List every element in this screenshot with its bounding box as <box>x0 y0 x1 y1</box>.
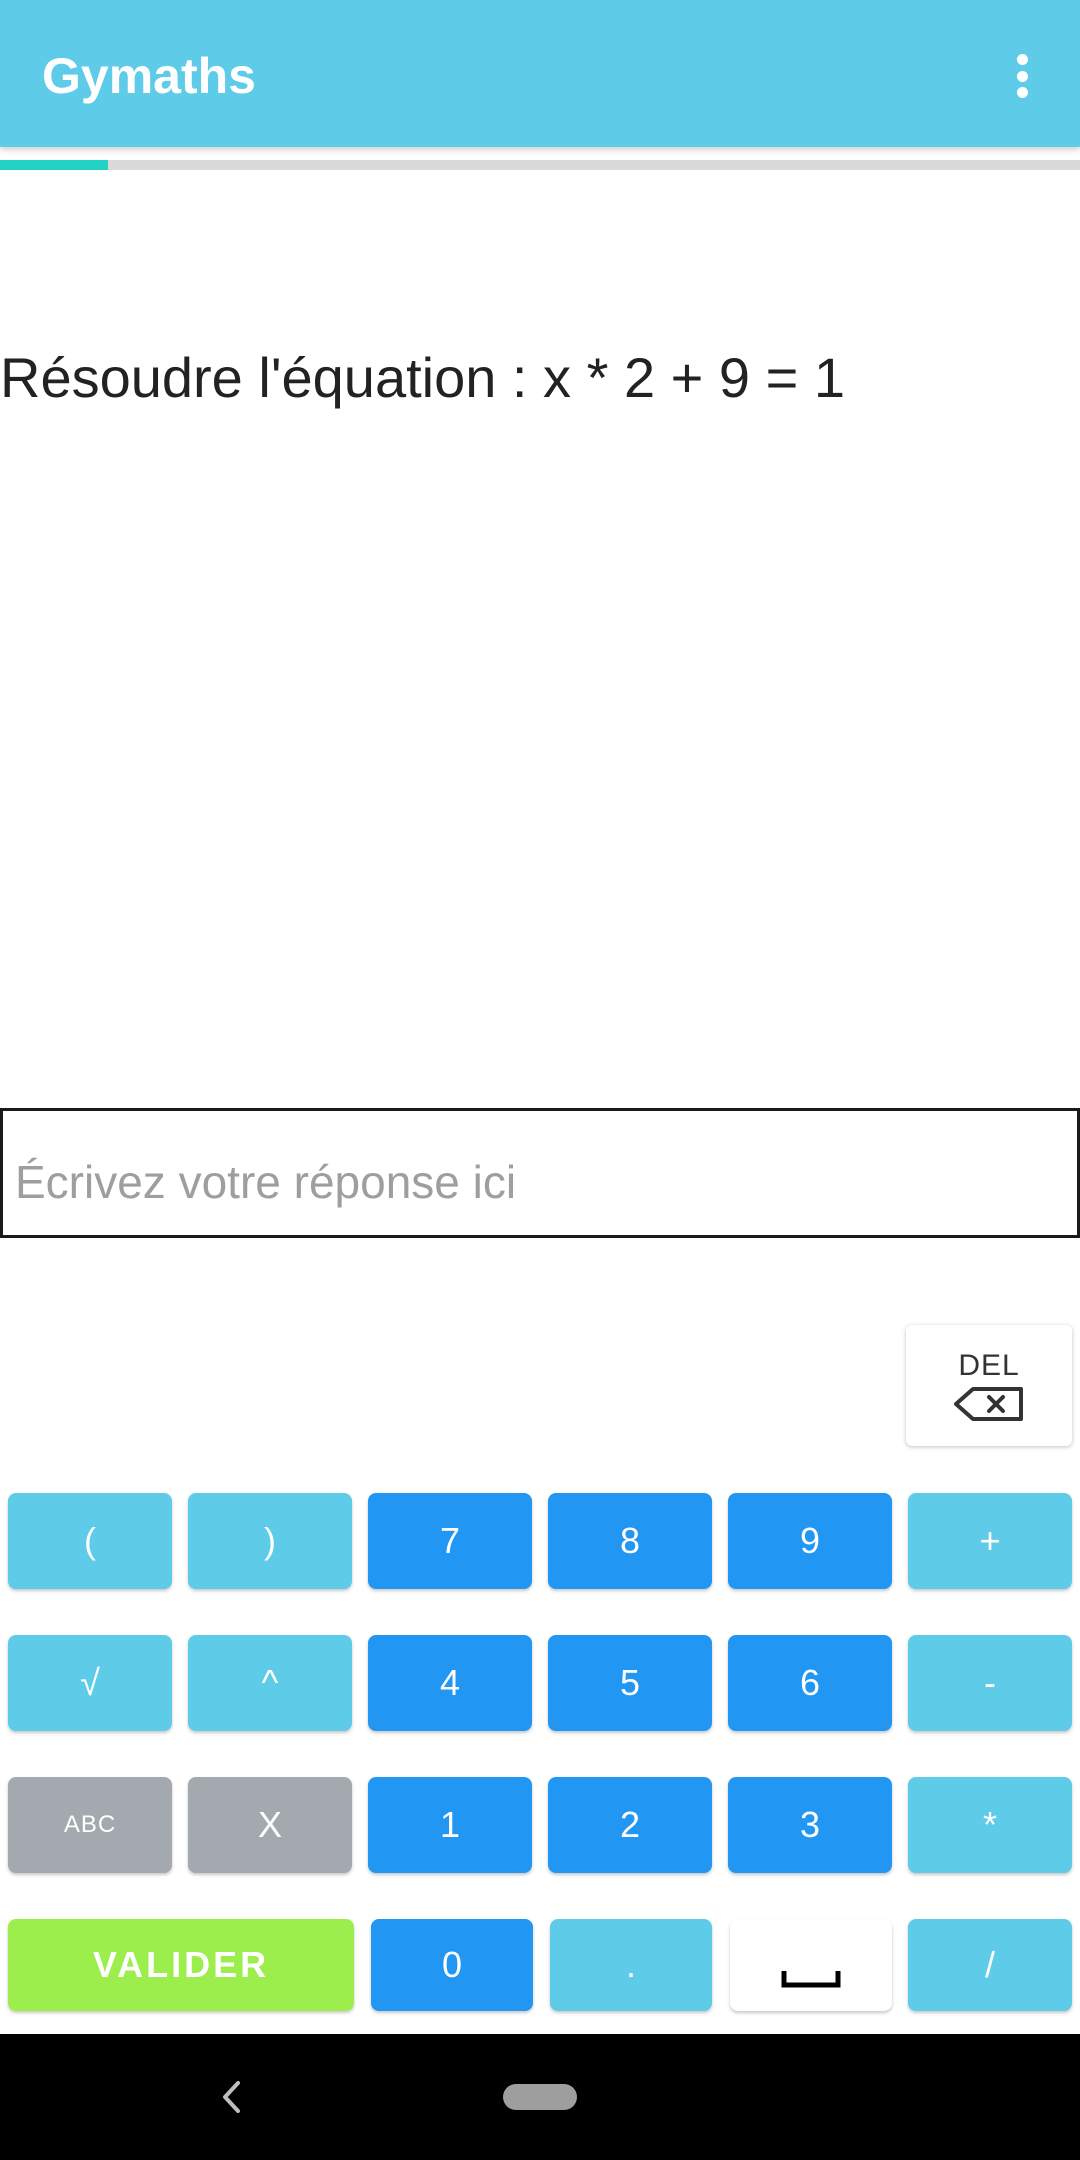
key-4[interactable]: 4 <box>368 1635 532 1731</box>
progress-bar <box>0 160 1080 170</box>
key-9[interactable]: 9 <box>728 1493 892 1589</box>
key-minus[interactable]: - <box>908 1635 1072 1731</box>
validate-button[interactable]: VALIDER <box>8 1919 354 2011</box>
key-6[interactable]: 6 <box>728 1635 892 1731</box>
system-nav-bar <box>0 2034 1080 2160</box>
key-variable-x[interactable]: X <box>188 1777 352 1873</box>
key-1[interactable]: 1 <box>368 1777 532 1873</box>
space-icon <box>781 1971 841 1988</box>
progress-fill <box>0 160 108 170</box>
key-close-paren[interactable]: ) <box>188 1493 352 1589</box>
backspace-icon <box>954 1386 1023 1421</box>
question-text: Résoudre l'équation : x * 2 + 9 = 1 <box>0 346 846 409</box>
key-8[interactable]: 8 <box>548 1493 712 1589</box>
answer-input[interactable] <box>0 1108 1080 1238</box>
delete-label: DEL <box>958 1348 1020 1382</box>
key-open-paren[interactable]: ( <box>8 1493 172 1589</box>
key-abc[interactable]: ABC <box>8 1777 172 1873</box>
menu-dot <box>1016 54 1028 65</box>
key-decimal-point[interactable]: . <box>550 1919 712 2011</box>
delete-button[interactable]: DEL <box>906 1325 1072 1446</box>
key-plus[interactable]: + <box>908 1493 1072 1589</box>
menu-dot <box>1016 87 1028 98</box>
back-chevron-icon[interactable] <box>218 2078 244 2116</box>
key-0[interactable]: 0 <box>371 1919 533 2011</box>
home-pill-icon[interactable] <box>503 2084 577 2110</box>
key-sqrt[interactable]: √ <box>8 1635 172 1731</box>
menu-dot <box>1016 70 1028 82</box>
key-space[interactable] <box>730 1919 892 2011</box>
key-2[interactable]: 2 <box>548 1777 712 1873</box>
key-power[interactable]: ^ <box>188 1635 352 1731</box>
key-3[interactable]: 3 <box>728 1777 892 1873</box>
overflow-menu-icon[interactable] <box>1000 48 1044 104</box>
app-bar: Gymaths <box>0 0 1080 147</box>
key-5[interactable]: 5 <box>548 1635 712 1731</box>
key-divide[interactable]: / <box>908 1919 1072 2011</box>
app-title: Gymaths <box>42 48 256 104</box>
key-multiply[interactable]: * <box>908 1777 1072 1873</box>
key-7[interactable]: 7 <box>368 1493 532 1589</box>
